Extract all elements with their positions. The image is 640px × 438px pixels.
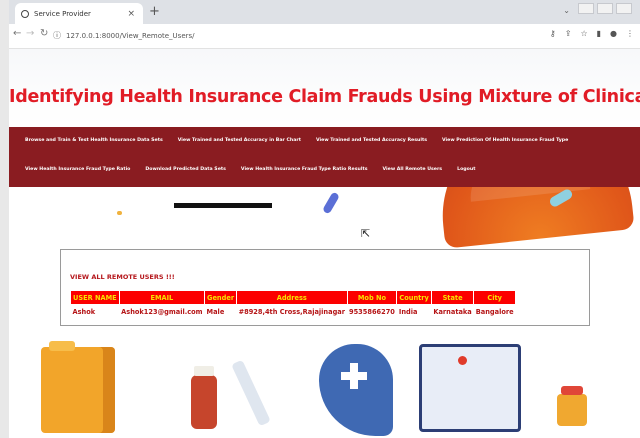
col-city: City <box>473 290 517 305</box>
forward-icon[interactable]: → <box>26 28 34 39</box>
mouse-cursor-icon: ⇱ <box>361 227 371 240</box>
toolbar-icons: ⚷ ⇪ ☆ ▮ ● ⋮ <box>550 29 634 38</box>
nav-logout[interactable]: Logout <box>457 167 475 172</box>
pill-illustration <box>322 191 340 215</box>
col-state: State <box>430 290 475 305</box>
decor-dot <box>117 211 122 215</box>
pill-bottle-illustration <box>557 386 587 426</box>
medical-illustration <box>9 341 640 438</box>
minimize-button[interactable] <box>578 3 594 14</box>
site-header: Identifying Health Insurance Claim Fraud… <box>9 49 640 125</box>
cell-address: #8928,4th Cross,Rajajinagar <box>238 307 345 316</box>
back-icon[interactable]: ← <box>13 28 21 39</box>
key-icon[interactable]: ⚷ <box>550 29 556 38</box>
cell-gender: Male <box>206 307 225 316</box>
folder-illustration <box>41 341 115 433</box>
redacted-text-bar <box>174 203 272 208</box>
cell-city: Bangalore <box>475 307 514 316</box>
nav-row-2: View Health Insurance Fraud Type Ratio D… <box>25 167 475 172</box>
profile-icon[interactable]: ● <box>610 29 617 38</box>
nav-accuracy-bar-chart[interactable]: View Trained and Tested Accuracy in Bar … <box>178 138 301 143</box>
reload-icon[interactable]: ↻ <box>40 28 48 39</box>
maximize-button[interactable] <box>597 3 613 14</box>
col-gender: Gender <box>204 290 238 305</box>
browser-toolbar: ← → ↻ ⓘ 127.0.0.1:8000/View_Remote_Users… <box>9 24 640 49</box>
medicine-bottle-illustration <box>191 366 217 429</box>
desktop-edge <box>0 0 9 438</box>
web-page: Identifying Health Insurance Claim Fraud… <box>9 49 640 438</box>
menu-icon[interactable]: ⋮ <box>626 29 634 38</box>
address-bar[interactable]: ⓘ 127.0.0.1:8000/View_Remote_Users/ <box>53 27 533 44</box>
col-address: Address <box>236 290 348 305</box>
umbrella-illustration <box>433 187 635 249</box>
sidebar-icon[interactable]: ▮ <box>597 29 601 38</box>
remote-users-table: USER NAME EMAIL Gender Address Mob No Co… <box>70 290 517 319</box>
shield-illustration <box>319 344 393 436</box>
cell-mobile: 9535866270 <box>349 307 395 316</box>
close-window-button[interactable] <box>616 3 632 14</box>
decor-dot <box>458 356 467 365</box>
panel-title: VIEW ALL REMOTE USERS !!! <box>70 273 175 281</box>
syringe-illustration <box>231 359 271 427</box>
tab-title: Service Provider <box>34 9 91 18</box>
col-mobile: Mob No <box>346 290 398 305</box>
globe-icon <box>21 9 29 18</box>
nav-accuracy-results[interactable]: View Trained and Tested Accuracy Results <box>316 138 427 143</box>
browser-window: Service Provider × + ⌄ ← → ↻ ⓘ 127.0.0.1… <box>9 0 640 438</box>
tab-strip: Service Provider × + ⌄ <box>9 0 640 24</box>
col-email: EMAIL <box>118 290 206 305</box>
url-text: 127.0.0.1:8000/View_Remote_Users/ <box>66 31 195 40</box>
chevron-down-icon[interactable]: ⌄ <box>563 6 570 15</box>
cell-email: Ashok123@gmail.com <box>121 307 203 316</box>
cell-country: India <box>398 307 418 316</box>
close-tab-icon[interactable]: × <box>127 9 135 19</box>
nav-browse-train-test[interactable]: Browse and Train & Test Health Insurance… <box>25 138 163 143</box>
nav-row-1: Browse and Train & Test Health Insurance… <box>25 138 568 143</box>
monitor-illustration <box>419 344 521 432</box>
site-title: Identifying Health Insurance Claim Fraud… <box>9 87 640 107</box>
browser-tab[interactable]: Service Provider × <box>15 3 143 24</box>
medical-cross-icon <box>350 363 358 389</box>
info-icon[interactable]: ⓘ <box>53 30 61 41</box>
col-country: Country <box>396 290 432 305</box>
nav-prediction-fraud-type[interactable]: View Prediction Of Health Insurance Frau… <box>442 138 568 143</box>
remote-users-panel: VIEW ALL REMOTE USERS !!! USER NAME EMAI… <box>60 249 590 326</box>
main-nav: Browse and Train & Test Health Insurance… <box>9 127 640 187</box>
nav-remote-users[interactable]: View All Remote Users <box>382 167 442 172</box>
table-header-row: USER NAME EMAIL Gender Address Mob No Co… <box>70 290 517 305</box>
cell-state: Karnataka <box>433 307 472 316</box>
banner-illustration: ⇱ VIEW ALL REMOTE USERS !!! USER NAME EM… <box>9 187 640 438</box>
nav-download-predicted[interactable]: Download Predicted Data Sets <box>145 167 226 172</box>
share-icon[interactable]: ⇪ <box>565 29 572 38</box>
window-controls <box>578 3 632 14</box>
cell-user-name: Ashok <box>72 307 96 316</box>
new-tab-button[interactable]: + <box>149 4 160 19</box>
nav-fraud-type-ratio[interactable]: View Health Insurance Fraud Type Ratio <box>25 167 130 172</box>
table-row: Ashok Ashok123@gmail.com Male #8928,4th … <box>71 305 516 319</box>
col-user-name: USER NAME <box>70 290 120 305</box>
star-icon[interactable]: ☆ <box>580 29 587 38</box>
nav-fraud-ratio-results[interactable]: View Health Insurance Fraud Type Ratio R… <box>241 167 368 172</box>
